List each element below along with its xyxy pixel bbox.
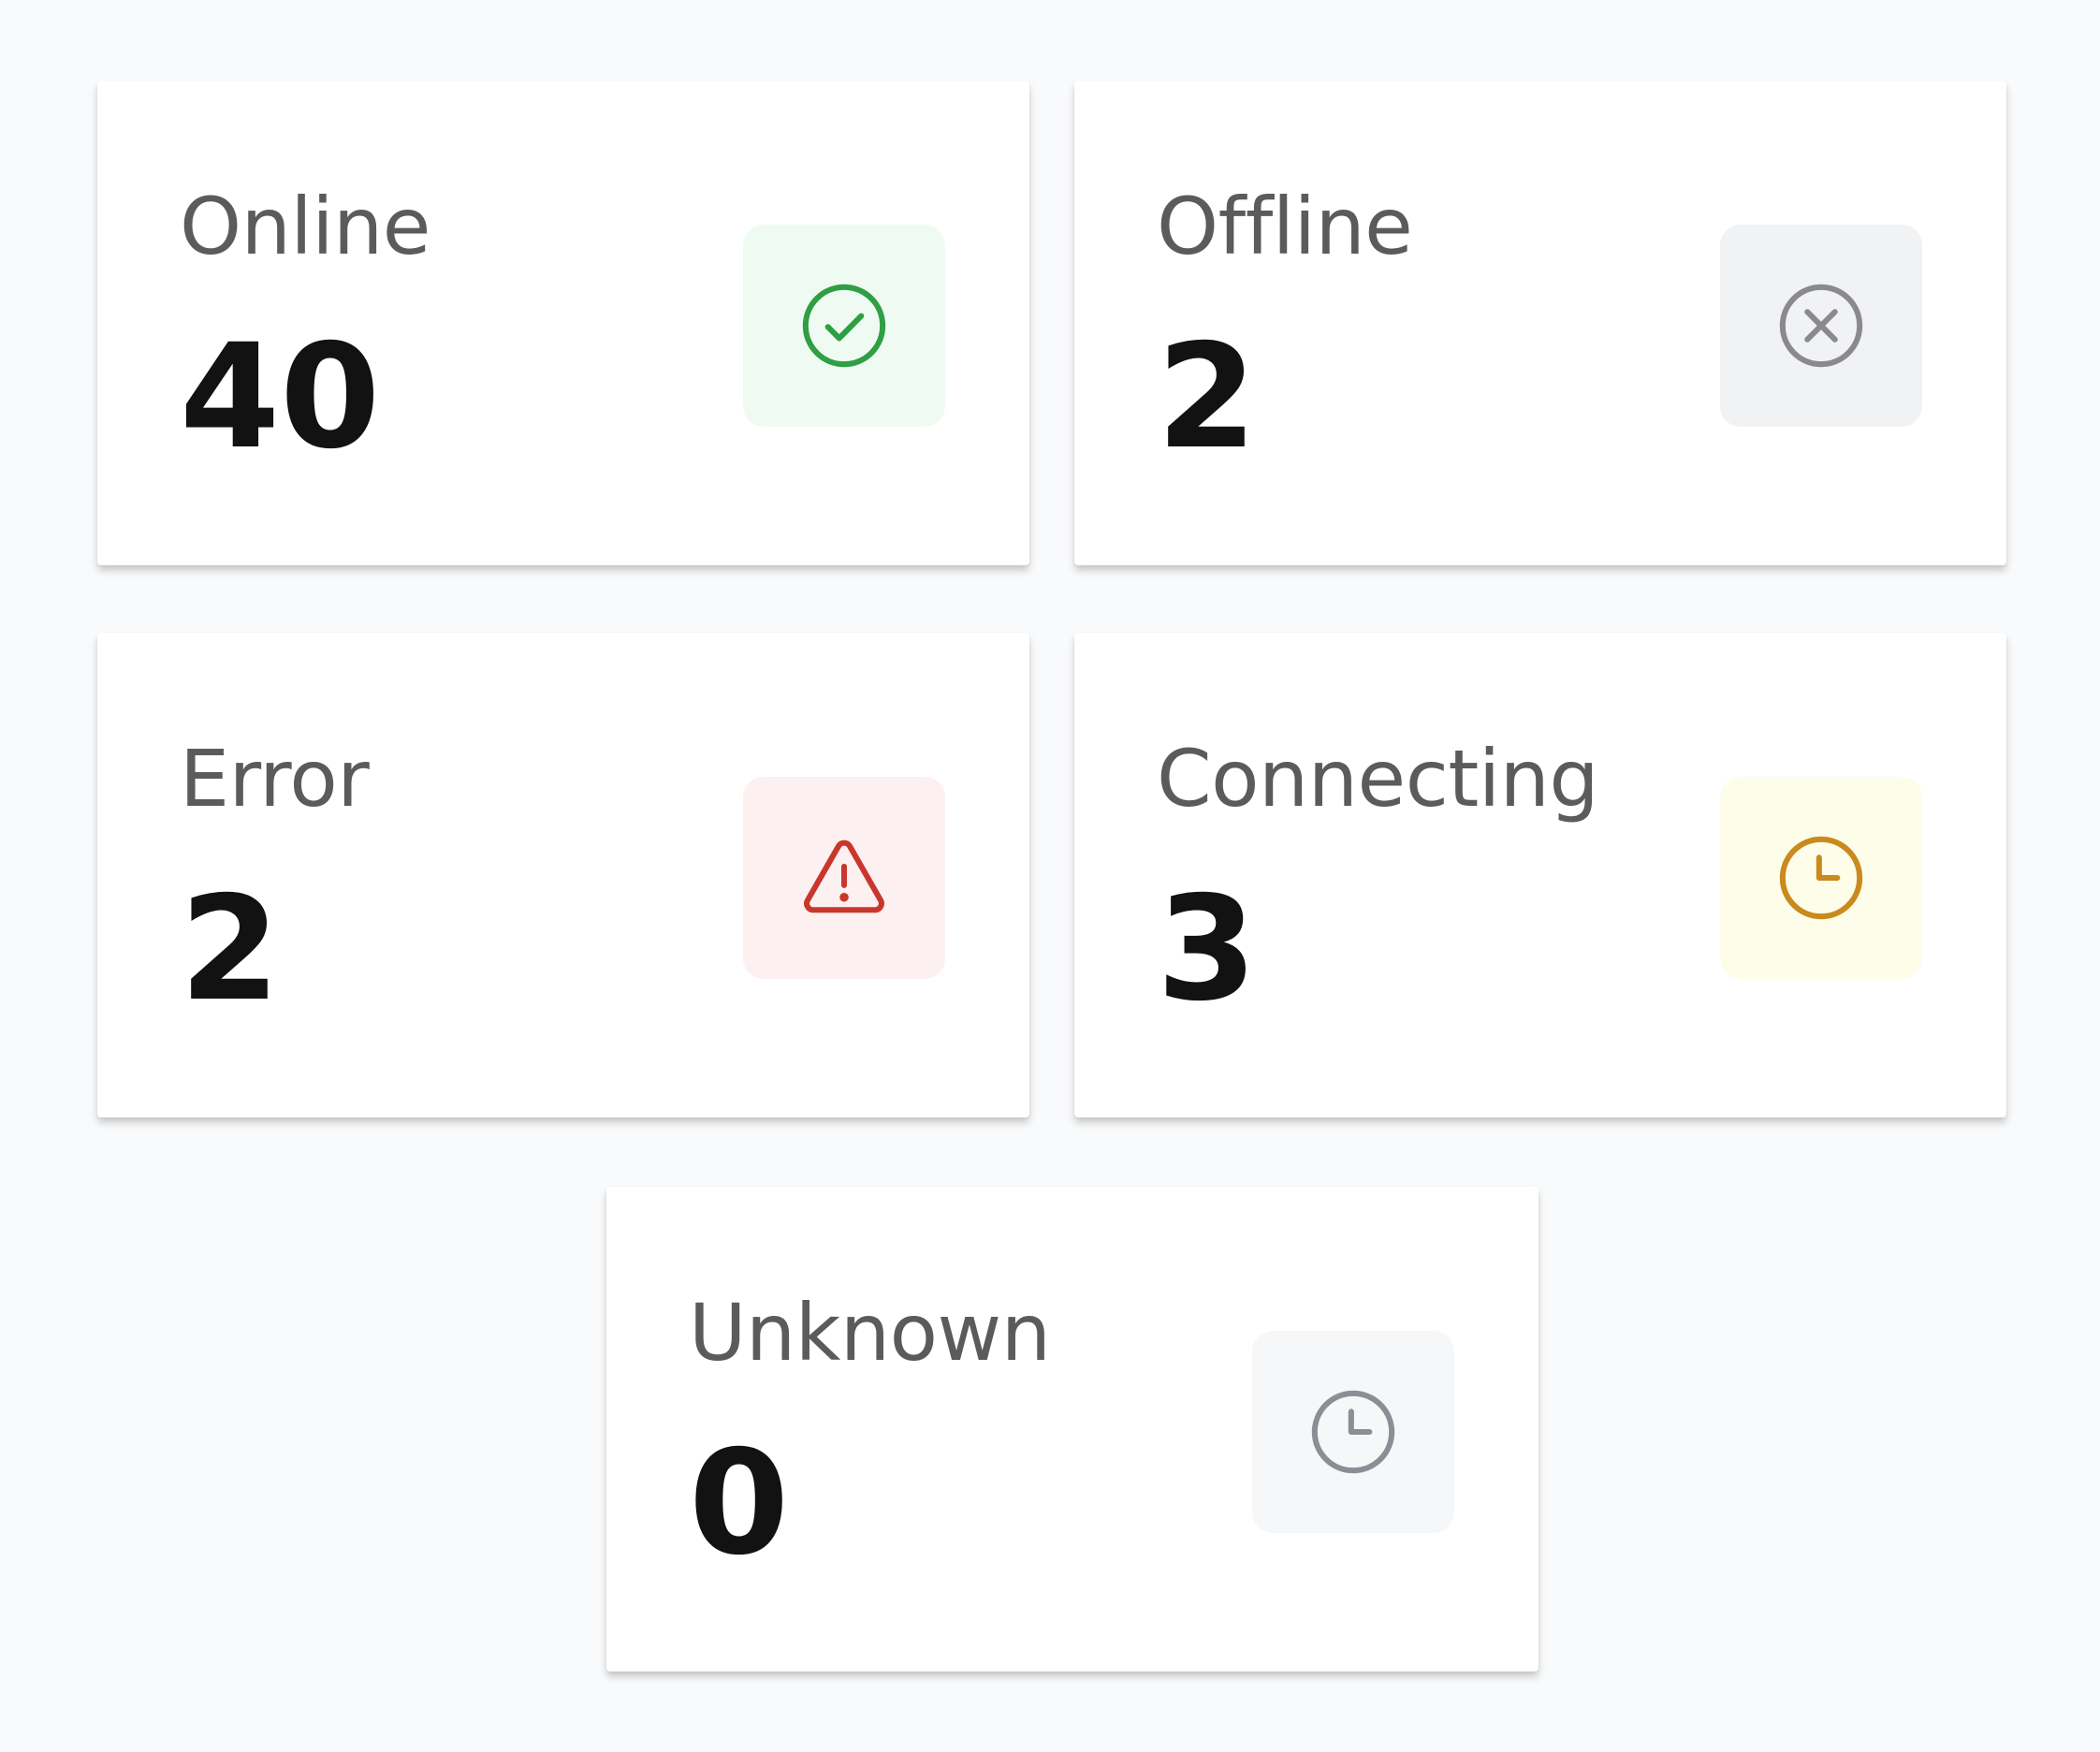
- x-circle-icon: [1779, 284, 1863, 368]
- status-card-label: Unknown: [689, 1287, 1051, 1379]
- status-card-online: Online 40: [97, 80, 1029, 565]
- status-card-count: 40: [180, 314, 381, 481]
- status-icon-container: [743, 777, 945, 979]
- status-card-count: 2: [1157, 314, 1258, 481]
- status-card-connecting: Connecting 3: [1074, 633, 2006, 1117]
- status-card-label: Error: [180, 733, 370, 825]
- status-icon-container: [1252, 1331, 1454, 1533]
- status-icon-container: [1720, 225, 1922, 427]
- status-card-label: Online: [180, 181, 430, 272]
- status-icon-container: [743, 225, 945, 427]
- status-card-offline: Offline 2: [1074, 80, 2006, 565]
- warning-triangle-icon: [804, 840, 884, 913]
- status-card-label: Offline: [1157, 181, 1413, 272]
- status-card-label: Connecting: [1157, 733, 1599, 825]
- status-card-count: 3: [1157, 866, 1258, 1033]
- status-card-count: 0: [689, 1420, 790, 1587]
- clock-icon: [1779, 836, 1863, 920]
- status-icon-container: [1720, 777, 1922, 979]
- status-card-count: 2: [180, 866, 281, 1033]
- status-card-unknown: Unknown 0: [606, 1187, 1539, 1672]
- status-card-error: Error 2: [97, 633, 1029, 1117]
- clock-icon: [1311, 1390, 1395, 1474]
- check-circle-icon: [802, 284, 886, 368]
